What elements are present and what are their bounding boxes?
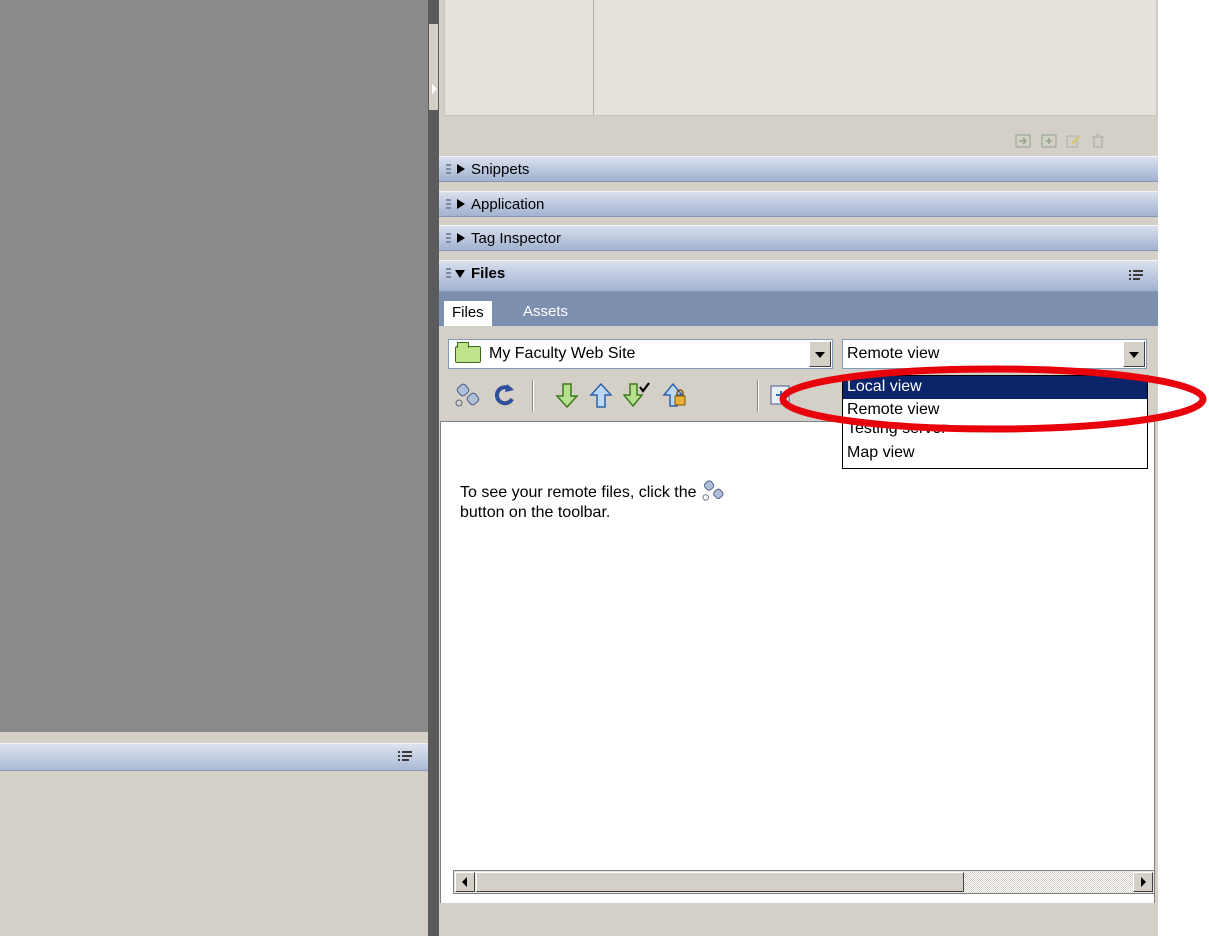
options-menu-icon[interactable] [1129, 270, 1143, 282]
upper-panel-toolbar [439, 118, 1158, 152]
files-tab-strip: Files Assets [439, 292, 1158, 326]
window-background [1158, 0, 1209, 936]
scroll-left-button[interactable] [455, 872, 475, 892]
panel-title: Application [471, 196, 545, 213]
scroll-right-button[interactable] [1133, 872, 1153, 892]
collapse-arrow-icon[interactable] [432, 84, 437, 94]
panel-title: Tag Inspector [471, 230, 562, 247]
edit-icon[interactable] [1066, 134, 1082, 148]
panel-title: Files [471, 265, 506, 282]
chevron-down-icon[interactable] [809, 341, 831, 367]
option-remote-view[interactable]: Remote view [843, 399, 1147, 422]
view-select-value: Remote view [847, 345, 940, 362]
get-files-icon[interactable] [553, 380, 581, 410]
toolbar-separator [532, 380, 534, 412]
remote-files-message: To see your remote files, click the butt… [460, 480, 727, 523]
upper-panel-divider [593, 0, 594, 115]
site-select[interactable]: My Faculty Web Site [448, 339, 833, 369]
message-line-2: button on the toolbar. [460, 504, 611, 521]
check-out-icon[interactable] [623, 380, 651, 410]
view-select[interactable]: Remote view [842, 339, 1147, 369]
site-select-value: My Faculty Web Site [489, 345, 636, 362]
put-files-icon[interactable] [587, 380, 615, 410]
new-item-icon[interactable] [1041, 134, 1057, 148]
expand-arrow-icon [457, 199, 465, 209]
application-panel-header[interactable]: Application [439, 191, 1158, 217]
message-line-1: To see your remote files, click the [460, 484, 697, 501]
expand-icon[interactable] [767, 380, 795, 410]
snippets-panel-header[interactable]: Snippets [439, 156, 1158, 182]
files-status-bar [439, 903, 1158, 936]
option-local-view[interactable]: Local view [843, 376, 1147, 399]
tab-assets[interactable]: Assets [515, 300, 576, 326]
files-list-area[interactable]: To see your remote files, click the butt… [440, 421, 1155, 919]
grip-icon[interactable] [446, 164, 451, 176]
attach-icon[interactable] [1015, 134, 1031, 148]
delete-icon[interactable] [1090, 134, 1106, 148]
expand-arrow-icon [457, 164, 465, 174]
option-testing-server[interactable]: Testing server [843, 422, 1147, 442]
expand-arrow-icon [457, 233, 465, 243]
refresh-icon[interactable] [491, 380, 519, 410]
grip-icon[interactable] [446, 199, 451, 211]
panel-title: Snippets [471, 161, 530, 178]
horizontal-scrollbar[interactable] [453, 870, 1155, 894]
folder-icon [455, 342, 481, 363]
properties-panel [0, 732, 428, 936]
files-panel-header[interactable]: Files [439, 260, 1158, 292]
connect-icon[interactable] [455, 380, 483, 410]
arrow-right-icon [1141, 877, 1146, 887]
view-options-list[interactable]: Local view Remote view Testing server Ma… [842, 375, 1148, 469]
splitter-handle[interactable] [429, 24, 438, 110]
grip-icon[interactable] [446, 268, 451, 280]
chevron-down-icon[interactable] [1123, 341, 1145, 367]
tag-inspector-panel-header[interactable]: Tag Inspector [439, 225, 1158, 251]
properties-panel-header [0, 743, 428, 771]
collapse-arrow-icon [455, 270, 465, 278]
panel-splitter[interactable] [428, 0, 439, 936]
document-area [0, 0, 428, 732]
grip-icon[interactable] [446, 233, 451, 245]
upper-panel [444, 0, 1157, 116]
connect-icon [702, 480, 724, 501]
options-menu-icon[interactable] [398, 751, 412, 763]
scrollbar-thumb[interactable] [476, 872, 964, 892]
check-in-icon[interactable] [661, 380, 689, 410]
toolbar-separator [757, 380, 759, 412]
tab-files[interactable]: Files [443, 300, 493, 326]
option-map-view[interactable]: Map view [843, 442, 1147, 465]
arrow-left-icon [462, 877, 467, 887]
